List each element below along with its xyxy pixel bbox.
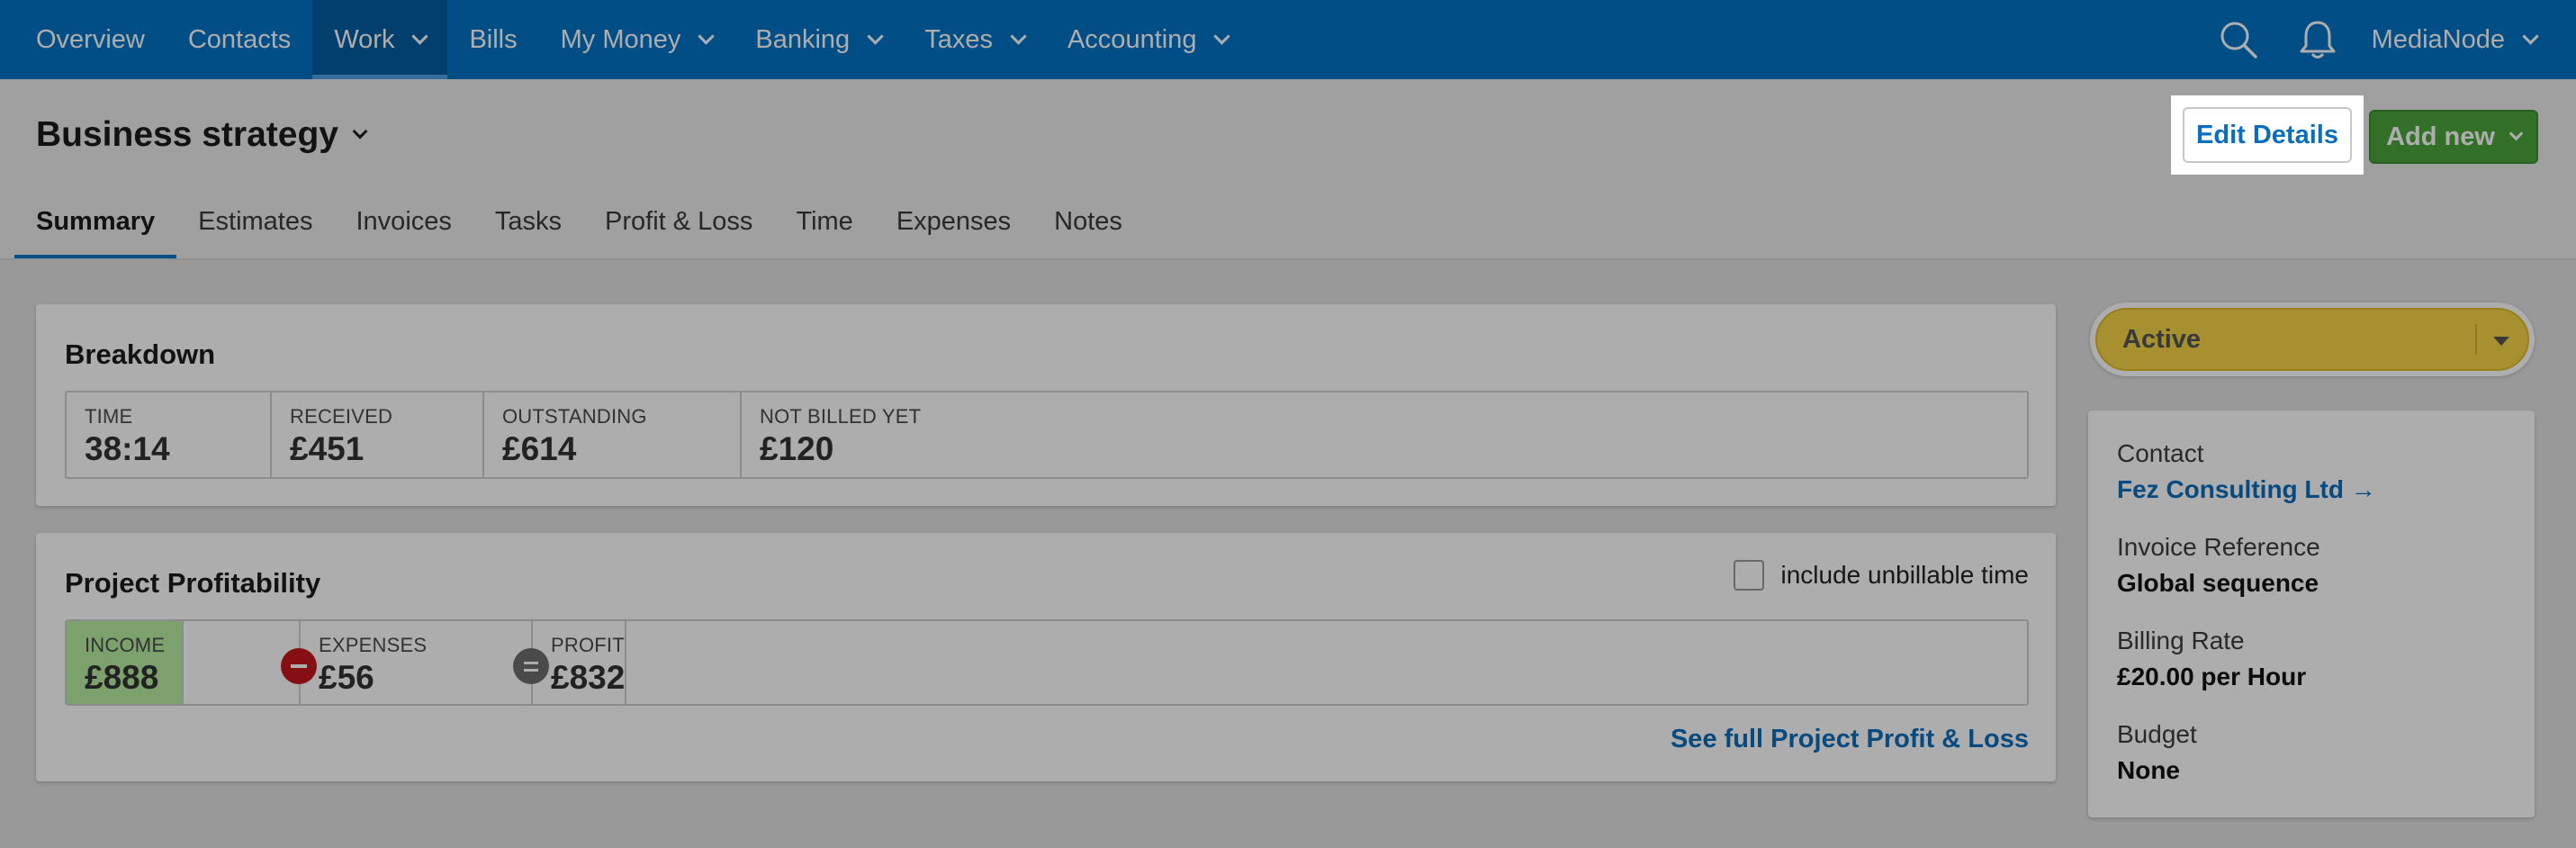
profitability-card: Project Profitability include unbillable… bbox=[36, 533, 2056, 781]
top-nav: Overview Contacts Work Bills My Money Ba… bbox=[0, 0, 2576, 79]
project-tabs: Summary Estimates Invoices Tasks Profit … bbox=[14, 187, 1144, 259]
notifications-button[interactable] bbox=[2278, 0, 2357, 79]
detail-invoice-reference: Invoice Reference Global sequence bbox=[2117, 533, 2320, 597]
chevron-down-icon bbox=[411, 27, 429, 45]
contact-link[interactable]: Fez Consulting Ltd → bbox=[2117, 475, 2376, 504]
minus-icon bbox=[281, 648, 317, 684]
edit-details-spotlight: Edit Details bbox=[2171, 95, 2364, 175]
project-details-card: Contact Fez Consulting Ltd → Invoice Ref… bbox=[2088, 410, 2535, 817]
page-title-menu[interactable]: Business strategy bbox=[36, 115, 368, 155]
stat-income: INCOME £888 bbox=[67, 621, 184, 704]
nav-right: MediaNode bbox=[2199, 0, 2576, 79]
chevron-down-icon bbox=[867, 27, 884, 45]
search-button[interactable] bbox=[2199, 0, 2278, 79]
breakdown-card: Breakdown TIME 38:14 RECEIVED £451 OUTST… bbox=[36, 304, 2056, 506]
tab-profit-loss[interactable]: Profit & Loss bbox=[583, 187, 774, 259]
stat-time: TIME 38:14 bbox=[67, 392, 272, 477]
tab-notes[interactable]: Notes bbox=[1032, 187, 1144, 259]
chevron-down-icon bbox=[2508, 126, 2524, 140]
status-dropdown[interactable]: Active bbox=[2090, 302, 2535, 376]
tab-expenses[interactable]: Expenses bbox=[875, 187, 1032, 259]
bell-icon bbox=[2300, 21, 2336, 59]
equals-icon bbox=[513, 648, 549, 684]
detail-contact: Contact Fez Consulting Ltd → bbox=[2117, 439, 2376, 504]
stat-outstanding: OUTSTANDING £614 bbox=[484, 392, 742, 477]
detail-budget: Budget None bbox=[2117, 720, 2197, 784]
unbillable-checkbox[interactable] bbox=[1734, 560, 1765, 591]
breakdown-stats: TIME 38:14 RECEIVED £451 OUTSTANDING £61… bbox=[65, 391, 2029, 479]
stat-expenses: EXPENSES £56 bbox=[301, 621, 533, 704]
nav-taxes[interactable]: Taxes bbox=[903, 0, 1046, 79]
profitability-stats: INCOME £888 EXPENSES £56 PROFIT £832 bbox=[65, 619, 2029, 706]
unbillable-toggle[interactable]: include unbillable time bbox=[1734, 560, 2029, 591]
tab-time[interactable]: Time bbox=[774, 187, 874, 259]
nav-bills[interactable]: Bills bbox=[447, 0, 538, 79]
edit-details-button[interactable]: Edit Details bbox=[2183, 107, 2352, 163]
tab-summary[interactable]: Summary bbox=[14, 187, 177, 259]
caret-down-icon bbox=[2493, 337, 2509, 346]
chevron-down-icon bbox=[2522, 27, 2539, 45]
chevron-down-icon bbox=[352, 123, 368, 140]
detail-billing-rate: Billing Rate £20.00 per Hour bbox=[2117, 627, 2307, 690]
tab-tasks[interactable]: Tasks bbox=[473, 187, 583, 259]
page-title: Business strategy bbox=[36, 115, 338, 154]
chevron-down-icon bbox=[1010, 27, 1027, 45]
org-menu[interactable]: MediaNode bbox=[2357, 25, 2576, 55]
full-profit-loss-link[interactable]: See full Project Profit & Loss bbox=[1671, 725, 2029, 754]
status-selector[interactable]: Active bbox=[2095, 308, 2529, 371]
search-icon bbox=[2220, 22, 2257, 59]
nav-my-money[interactable]: My Money bbox=[539, 0, 734, 79]
status-label: Active bbox=[2122, 324, 2202, 354]
stat-received: RECEIVED £451 bbox=[272, 392, 484, 477]
tab-invoices[interactable]: Invoices bbox=[335, 187, 473, 259]
breakdown-title: Breakdown bbox=[65, 338, 216, 370]
stat-not-billed: NOT BILLED YET £120 bbox=[760, 405, 922, 467]
chevron-down-icon bbox=[1213, 27, 1231, 45]
nav-work[interactable]: Work bbox=[312, 0, 448, 79]
tab-estimates[interactable]: Estimates bbox=[176, 187, 334, 259]
nav-banking[interactable]: Banking bbox=[734, 0, 903, 79]
nav-accounting[interactable]: Accounting bbox=[1046, 0, 1250, 79]
nav-contacts[interactable]: Contacts bbox=[167, 0, 312, 79]
add-new-button[interactable]: Add new bbox=[2369, 110, 2538, 164]
profitability-title: Project Profitability bbox=[65, 567, 321, 599]
status-divider bbox=[2475, 324, 2477, 355]
nav-overview[interactable]: Overview bbox=[0, 0, 167, 79]
chevron-down-icon bbox=[698, 27, 716, 45]
